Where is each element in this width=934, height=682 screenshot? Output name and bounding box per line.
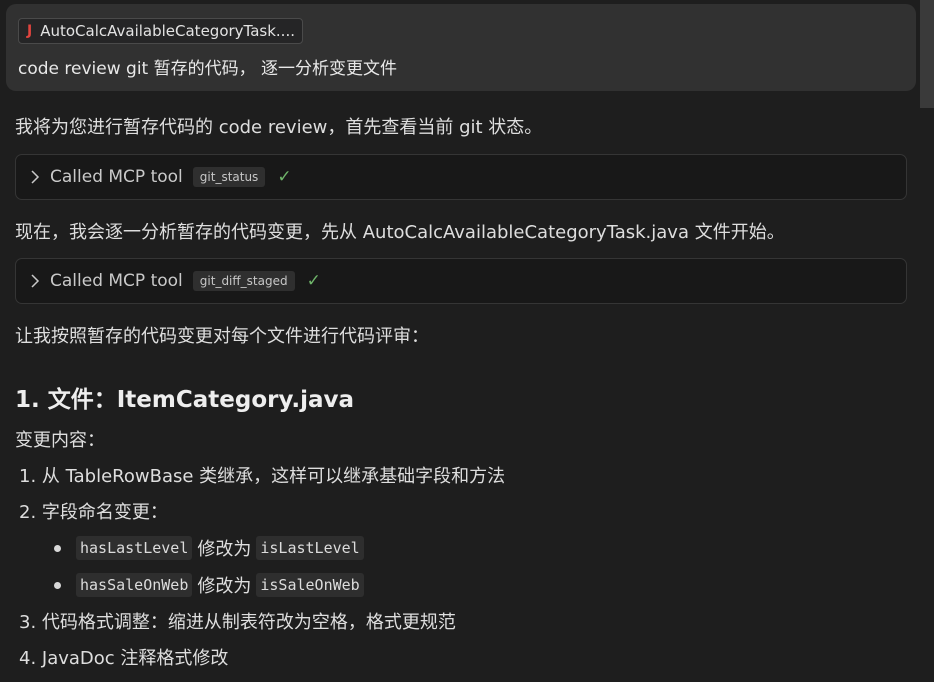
tool-name-chip: git_status: [192, 167, 266, 187]
section-heading: 1. 文件：ItemCategory.java: [15, 387, 355, 413]
rename-item: hasSaleOnWeb 修改为 isSaleOnWeb: [54, 572, 364, 598]
chat-panel: J AutoCalcAvailableCategoryTask.... code…: [0, 0, 934, 682]
bullet-icon: [54, 581, 61, 589]
tool-call-label: Called MCP tool: [50, 271, 183, 291]
change-label: 变更内容：: [15, 430, 105, 451]
rename-verb: 修改为: [197, 539, 252, 560]
analysis-line: 现在，我会逐一分析暂存的代码变更，先从 AutoCalcAvailableCat…: [15, 222, 785, 243]
user-message-text: code review git 暂存的代码， 逐一分析变更文件: [18, 59, 398, 79]
list-item: 4. JavaDoc 注释格式修改: [19, 648, 229, 669]
rename-item: hasLastLevel 修改为 isLastLevel: [54, 535, 364, 561]
assistant-intro: 我将为您进行暂存代码的 code review，首先查看当前 git 状态。: [15, 117, 543, 138]
attachment-chip[interactable]: J AutoCalcAvailableCategoryTask....: [18, 18, 303, 44]
list-item: 1. 从 TableRowBase 类继承，这样可以继承基础字段和方法: [19, 466, 506, 487]
list-item: 3. 代码格式调整：缩进从制表符改为空格，格式更规范: [19, 612, 456, 633]
rename-verb: 修改为: [197, 576, 252, 597]
tool-name-chip: git_diff_staged: [192, 271, 295, 291]
user-message: J AutoCalcAvailableCategoryTask.... code…: [6, 4, 916, 91]
chevron-right-icon: [30, 170, 42, 184]
new-field-name: isSaleOnWeb: [256, 573, 364, 597]
tool-call-git-diff-staged[interactable]: Called MCP tool git_diff_staged ✓: [15, 258, 907, 304]
bullet-icon: [54, 544, 61, 552]
old-field-name: hasLastLevel: [76, 536, 193, 560]
chevron-right-icon: [30, 274, 42, 288]
list-item: 2. 字段命名变更：: [19, 502, 168, 523]
check-icon: ✓: [277, 167, 292, 187]
old-field-name: hasSaleOnWeb: [76, 573, 193, 597]
tool-call-git-status[interactable]: Called MCP tool git_status ✓: [15, 154, 907, 200]
review-intro: 让我按照暂存的代码变更对每个文件进行代码评审：: [15, 326, 429, 347]
check-icon: ✓: [306, 271, 321, 291]
java-file-icon: J: [27, 23, 33, 39]
attachment-name: AutoCalcAvailableCategoryTask....: [40, 22, 295, 40]
new-field-name: isLastLevel: [256, 536, 364, 560]
scrollbar-thumb[interactable]: [920, 0, 934, 108]
tool-call-label: Called MCP tool: [50, 167, 183, 187]
